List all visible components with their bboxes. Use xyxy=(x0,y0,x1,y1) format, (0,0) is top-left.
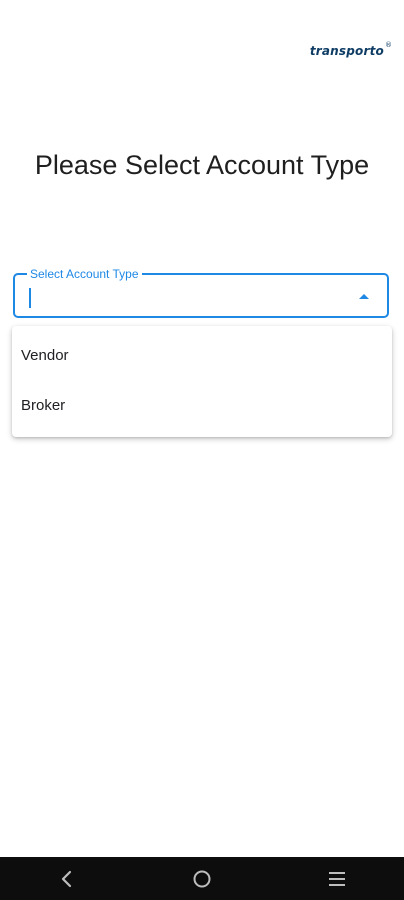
page-title: Please Select Account Type xyxy=(34,150,370,180)
account-type-select[interactable]: Select Account Type xyxy=(13,267,389,318)
transporto-logo: transporto ® xyxy=(309,41,392,58)
system-navigation-bar xyxy=(0,857,404,900)
back-icon xyxy=(62,870,72,887)
option-vendor[interactable]: Vendor xyxy=(12,331,392,381)
chevron-up-icon[interactable] xyxy=(359,294,369,299)
account-type-label: Select Account Type xyxy=(27,267,142,281)
registered-mark: ® xyxy=(385,41,392,49)
recents-button[interactable] xyxy=(317,859,357,899)
back-button[interactable] xyxy=(47,859,87,899)
option-broker[interactable]: Broker xyxy=(12,381,392,431)
text-caret xyxy=(29,288,31,308)
recents-icon xyxy=(328,871,345,886)
home-button[interactable] xyxy=(182,859,222,899)
account-type-dropdown-menu: Vendor Broker xyxy=(12,326,392,437)
logo-text: transporto xyxy=(309,44,384,58)
home-icon xyxy=(193,870,211,887)
